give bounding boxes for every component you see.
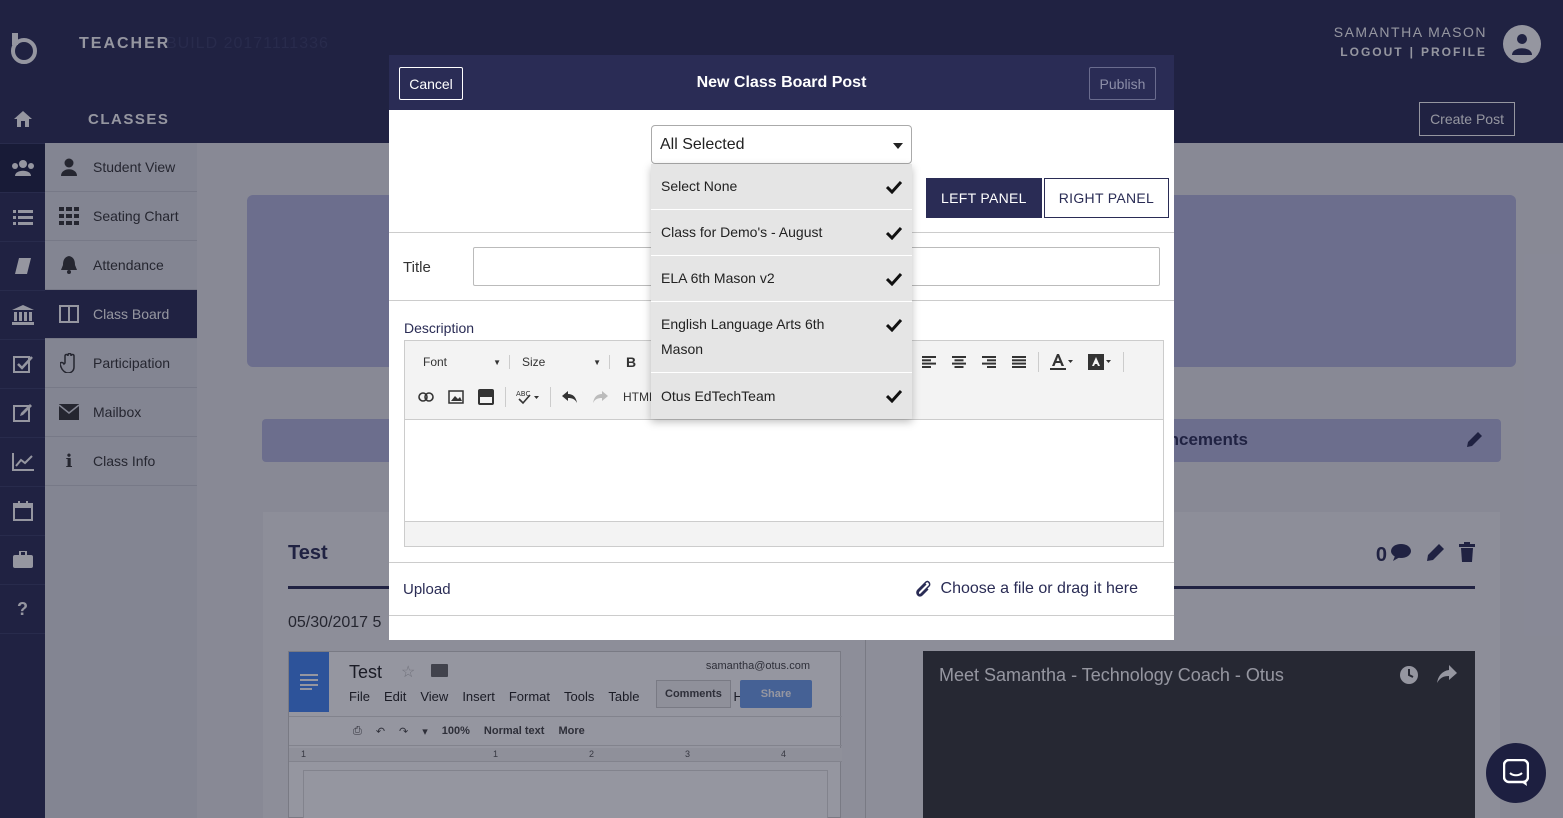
check-icon (886, 318, 902, 332)
undo-icon[interactable] (559, 386, 581, 408)
font-select[interactable]: Font ▼ (415, 355, 510, 369)
divider (389, 615, 1174, 616)
upload-dropzone[interactable]: Choose a file or drag it here (915, 580, 1138, 598)
check-icon (886, 389, 902, 403)
modal-title: New Class Board Post (696, 74, 867, 91)
toolbar-separator (505, 387, 506, 407)
panel-toggle: LEFT PANEL RIGHT PANEL (926, 178, 1170, 218)
toolbar-separator (1123, 352, 1124, 372)
left-panel-button[interactable]: LEFT PANEL (926, 178, 1042, 218)
spellcheck-icon[interactable]: ABC (514, 386, 542, 408)
font-select-label: Font (423, 355, 448, 369)
title-label: Title (403, 259, 431, 276)
caret-down-icon: ▼ (493, 357, 501, 367)
size-select[interactable]: Size ▼ (520, 355, 610, 369)
dropdown-option[interactable]: English Language Arts 6th Mason (651, 302, 912, 373)
check-icon (886, 180, 902, 194)
modal-header: Cancel New Class Board Post Publish (389, 55, 1174, 110)
dropdown-option[interactable]: ELA 6th Mason v2 (651, 256, 912, 302)
align-justify-icon[interactable] (1008, 351, 1030, 373)
align-left-icon[interactable] (918, 351, 940, 373)
dropdown-option[interactable]: Select None (651, 164, 912, 210)
redo-icon[interactable] (589, 386, 611, 408)
youtube-icon[interactable] (475, 386, 497, 408)
toolbar-row-1: Font ▼ Size ▼ B (415, 351, 642, 373)
class-select[interactable]: All Selected (651, 125, 912, 164)
image-icon[interactable] (445, 386, 467, 408)
link-icon[interactable] (415, 386, 437, 408)
dropdown-option[interactable]: Otus EdTechTeam (651, 373, 912, 419)
check-icon (886, 226, 902, 240)
toolbar-row-1-right (909, 351, 1124, 373)
dropdown-option-label: English Language Arts 6th Mason (661, 316, 825, 357)
right-panel-button[interactable]: RIGHT PANEL (1043, 178, 1170, 218)
check-icon (886, 272, 902, 286)
publish-button[interactable]: Publish (1089, 67, 1156, 100)
editor-body[interactable] (405, 420, 1163, 520)
align-right-icon[interactable] (978, 351, 1000, 373)
size-select-label: Size (522, 355, 546, 369)
description-label: Description (404, 320, 475, 336)
chat-launcher[interactable] (1486, 743, 1546, 803)
toolbar-separator (1038, 352, 1039, 372)
editor-statusbar (405, 521, 1163, 546)
caret-down-icon (893, 143, 903, 149)
divider (389, 562, 1174, 563)
text-color-icon[interactable] (1047, 351, 1077, 373)
align-center-icon[interactable] (948, 351, 970, 373)
caret-down-icon: ▼ (593, 357, 601, 367)
upload-dropzone-text: Choose a file or drag it here (940, 580, 1138, 597)
chat-icon (1503, 759, 1529, 786)
bold-button[interactable]: B (620, 351, 642, 373)
class-select-value: All Selected (660, 135, 745, 153)
toolbar-row-2: ABC HTML (415, 386, 656, 408)
dropdown-option-label: ELA 6th Mason v2 (661, 270, 775, 286)
dropdown-option-label: Otus EdTechTeam (661, 387, 776, 404)
class-select-dropdown: Select None Class for Demo's - August EL… (651, 164, 912, 419)
highlight-color-icon[interactable] (1085, 351, 1115, 373)
toolbar-separator (550, 387, 551, 407)
dropdown-option-label: Class for Demo's - August (661, 224, 823, 240)
dropdown-option-label: Select None (661, 178, 738, 194)
dropdown-option[interactable]: Class for Demo's - August (651, 210, 912, 256)
upload-label: Upload (403, 581, 451, 598)
paperclip-icon (915, 580, 930, 597)
